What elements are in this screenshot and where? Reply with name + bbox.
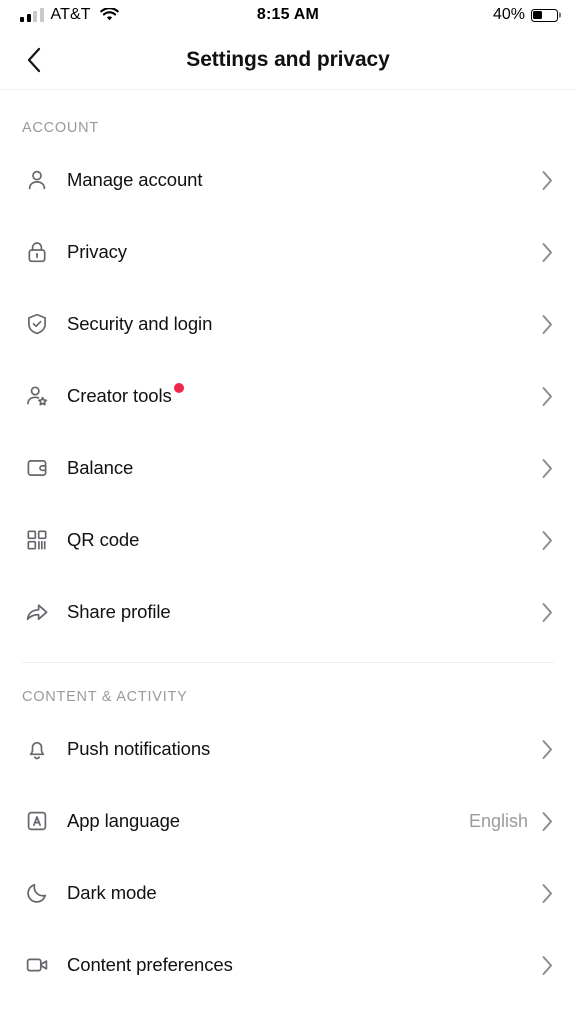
settings-and-privacy-screen: AT&T 8:15 AM 40% Settings and privacy AC… <box>0 0 576 1024</box>
chevron-left-icon <box>27 47 41 72</box>
battery-icon <box>531 8 558 22</box>
row-label: App language <box>67 810 180 831</box>
chevron-right-icon <box>541 602 554 623</box>
language-a-icon <box>22 806 52 836</box>
bell-icon <box>22 734 52 764</box>
chevron-right-icon <box>541 458 554 479</box>
row-manage-account[interactable]: Manage account <box>0 144 576 216</box>
row-push-notifications[interactable]: Push notifications <box>0 713 576 785</box>
chevron-right-icon <box>541 811 554 832</box>
chevron-right-icon <box>541 314 554 335</box>
shield-check-icon <box>22 309 52 339</box>
status-bar: AT&T 8:15 AM 40% <box>0 0 576 30</box>
row-label: Content preferences <box>67 954 233 975</box>
row-label: Dark mode <box>67 882 157 903</box>
row-accessory <box>541 530 554 551</box>
person-icon <box>22 165 52 195</box>
row-accessory <box>541 602 554 623</box>
row-accessory <box>541 170 554 191</box>
chevron-right-icon <box>541 955 554 976</box>
row-accessory <box>541 739 554 760</box>
row-label: Privacy <box>67 241 127 262</box>
row-accessory <box>541 242 554 263</box>
person-star-icon <box>22 381 52 411</box>
status-bar-clock: 8:15 AM <box>256 6 320 23</box>
row-label: QR code <box>67 529 140 550</box>
section-header-content-activity: CONTENT & ACTIVITY <box>22 689 188 705</box>
battery-fill <box>533 10 543 20</box>
section-header-account: ACCOUNT <box>22 120 99 136</box>
row-label: Security and login <box>67 313 213 334</box>
row-creator-tools[interactable]: Creator tools <box>0 360 576 432</box>
chevron-right-icon <box>541 530 554 551</box>
back-button[interactable] <box>14 40 54 80</box>
row-balance[interactable]: Balance <box>0 432 576 504</box>
row-app-language[interactable]: App language English <box>0 785 576 857</box>
row-label: Push notifications <box>67 738 211 759</box>
chevron-right-icon <box>541 386 554 407</box>
app-language-value: English <box>468 810 528 831</box>
row-label-text: Creator tools <box>67 385 172 406</box>
row-accessory: English <box>469 811 554 832</box>
notification-dot-badge <box>173 383 184 393</box>
row-accessory <box>541 955 554 976</box>
chevron-right-icon <box>541 739 554 760</box>
moon-icon <box>22 878 52 908</box>
row-dark-mode[interactable]: Dark mode <box>0 857 576 929</box>
row-label: Manage account <box>67 169 203 190</box>
chevron-right-icon <box>541 883 554 904</box>
row-qr-code[interactable]: QR code <box>0 504 576 576</box>
chevron-right-icon <box>541 242 554 263</box>
share-arrow-icon <box>22 597 52 627</box>
page-header: Settings and privacy <box>0 30 576 90</box>
row-privacy[interactable]: Privacy <box>0 216 576 288</box>
row-label: Share profile <box>67 601 171 622</box>
video-camera-icon <box>22 950 52 980</box>
row-share-profile[interactable]: Share profile <box>0 576 576 648</box>
row-security-and-login[interactable]: Security and login <box>0 288 576 360</box>
qr-code-icon <box>22 525 52 555</box>
chevron-right-icon <box>541 170 554 191</box>
row-accessory <box>541 386 554 407</box>
wallet-icon <box>22 453 52 483</box>
lock-icon <box>22 237 52 267</box>
row-content-preferences[interactable]: Content preferences <box>0 929 576 1001</box>
row-accessory <box>541 314 554 335</box>
row-accessory <box>541 458 554 479</box>
row-label: Creator tools <box>67 383 184 407</box>
row-accessory <box>541 883 554 904</box>
settings-list: ACCOUNT Manage account Privacy Security … <box>0 90 576 1001</box>
row-label: Balance <box>67 457 134 478</box>
page-title: Settings and privacy <box>186 47 390 71</box>
